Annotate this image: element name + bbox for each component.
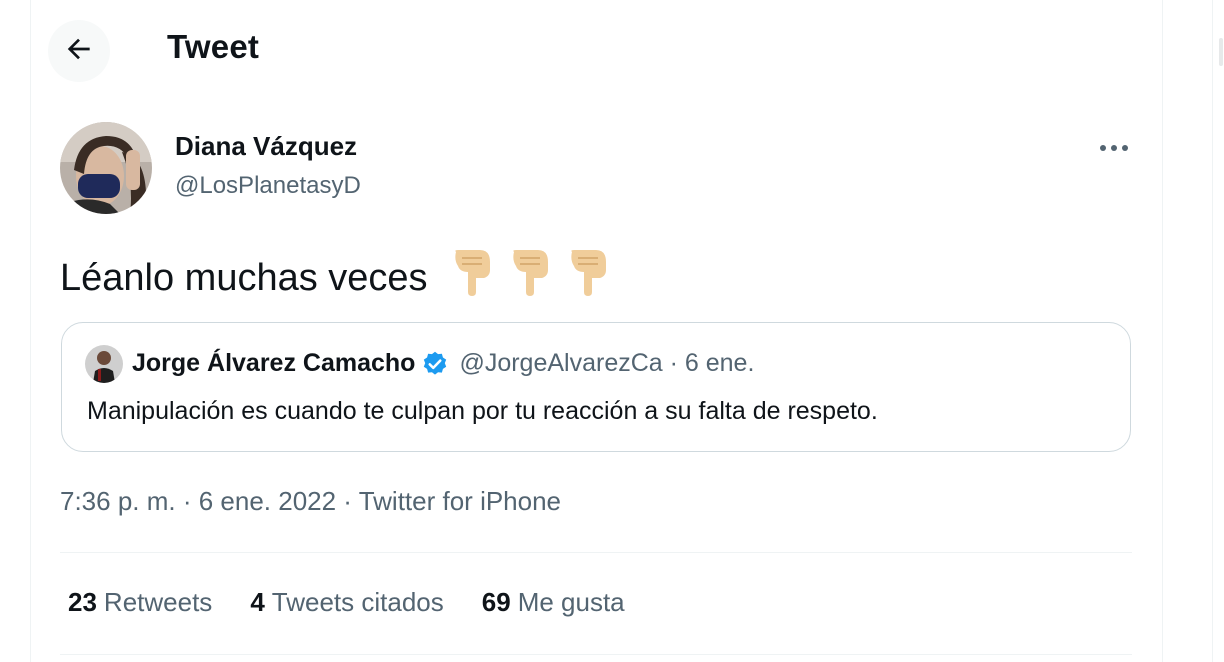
quoted-tweet-card[interactable]: Jorge Álvarez Camacho @JorgeAlvarezCa · … <box>61 322 1131 452</box>
stat-count: 23 <box>68 587 97 617</box>
quoted-tweet-meta: @JorgeAlvarezCa · 6 ene. <box>459 349 755 377</box>
pointing-down-hand-icon <box>508 248 552 308</box>
tweet-stats: 23 Retweets 4 Tweets citados 69 Me gusta <box>68 587 625 618</box>
page-title: Tweet <box>167 28 260 65</box>
stat-label: Tweets citados <box>271 587 444 617</box>
tweet-text-content: Léanlo muchas veces <box>60 256 428 299</box>
retweets-stat[interactable]: 23 Retweets <box>68 587 212 618</box>
divider <box>60 654 1132 655</box>
avatar[interactable] <box>60 122 152 214</box>
stat-count: 4 <box>250 587 265 617</box>
more-options-button[interactable] <box>1092 132 1136 164</box>
stat-label: Me gusta <box>517 587 625 617</box>
pointing-down-hand-icon <box>450 248 494 308</box>
quoted-author-avatar[interactable] <box>85 345 123 383</box>
verified-badge-icon <box>421 350 449 378</box>
quoted-tweet-header: Jorge Álvarez Camacho @JorgeAlvarezCa · … <box>132 349 754 378</box>
sidebar-edge <box>1212 0 1224 662</box>
stat-label: Retweets <box>103 587 213 617</box>
quoted-author-name[interactable]: Jorge Álvarez Camacho <box>132 349 415 378</box>
author-handle[interactable]: @LosPlanetasyD <box>175 172 361 200</box>
quoted-tweet-text: Manipulación es cuando te culpan por tu … <box>87 397 878 425</box>
arrow-left-icon <box>63 33 95 70</box>
more-horizontal-icon <box>1099 139 1129 157</box>
stat-count: 69 <box>481 587 511 617</box>
likes-stat[interactable]: 69 Me gusta <box>482 587 625 618</box>
author-name[interactable]: Diana Vázquez <box>175 131 357 162</box>
quote-tweets-stat[interactable]: 4 Tweets citados <box>250 587 443 618</box>
tweet-text: Léanlo muchas veces <box>60 248 610 308</box>
tweet-timestamp[interactable]: 7:36 p. m. · 6 ene. 2022 · Twitter for i… <box>60 486 561 517</box>
pointing-down-hand-icon <box>566 248 610 308</box>
divider <box>60 552 1132 553</box>
emoji-row <box>450 248 610 308</box>
back-button[interactable] <box>48 20 110 82</box>
